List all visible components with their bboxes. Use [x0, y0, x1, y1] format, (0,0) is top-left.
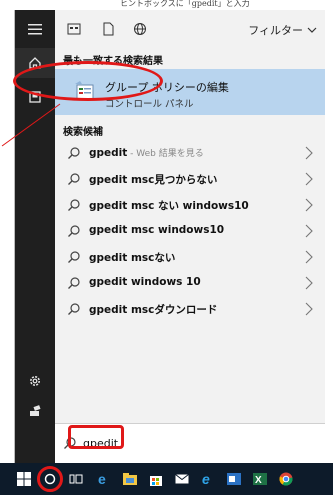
documents-icon — [103, 22, 114, 36]
settings-button[interactable] — [15, 366, 55, 396]
suggestion-term: gpedit msc windows10 — [89, 224, 225, 236]
search-icon — [68, 225, 80, 237]
chevron-right-icon — [305, 302, 313, 316]
best-match-highlight-ring — [13, 61, 163, 101]
search-highlight-box — [68, 425, 124, 449]
task-view-button[interactable] — [64, 463, 88, 495]
chevron-right-icon — [305, 172, 313, 186]
svg-text:X: X — [255, 475, 262, 485]
background-document-text: ヒントボックスに「gpedit」と入力 — [0, 0, 333, 10]
svg-text:e: e — [202, 472, 210, 486]
ie-icon: e — [202, 472, 210, 486]
outlook-icon — [227, 473, 241, 485]
ie-button[interactable]: e — [196, 463, 220, 495]
filter-bar: フィルター — [55, 10, 325, 50]
search-icon — [68, 147, 80, 159]
hamburger-icon — [28, 24, 42, 35]
apps-filter[interactable] — [65, 20, 83, 38]
apps-icon — [67, 23, 81, 35]
suggestion-item[interactable]: gpedit - Web 結果を見る — [55, 140, 325, 166]
web-icon — [134, 23, 146, 35]
search-icon — [68, 277, 80, 289]
outlook-button[interactable] — [222, 463, 246, 495]
suggestion-item[interactable]: gpedit windows 10 — [55, 270, 325, 296]
edge-button[interactable]: e — [92, 463, 116, 495]
search-icon — [68, 199, 80, 211]
search-icon — [68, 173, 80, 185]
chevron-right-icon — [305, 250, 313, 264]
store-button[interactable] — [144, 463, 168, 495]
chevron-right-icon — [305, 224, 313, 238]
chrome-icon — [279, 472, 293, 486]
filter-dropdown[interactable]: フィルター — [248, 22, 317, 38]
suggestion-item[interactable]: gpedit msc見つからない — [55, 166, 325, 192]
search-icon — [68, 251, 80, 263]
suggestion-term: gpedit mscない — [89, 252, 176, 264]
excel-icon: X — [253, 473, 267, 485]
user-button[interactable] — [15, 396, 55, 426]
chrome-button[interactable] — [274, 463, 298, 495]
suggestion-item[interactable]: gpedit mscない — [55, 244, 325, 270]
chevron-right-icon — [305, 146, 313, 160]
suggestion-item[interactable]: gpedit msc windows10 — [55, 218, 325, 244]
settings-icon — [30, 376, 40, 386]
search-icon — [68, 303, 80, 315]
web-filter[interactable] — [131, 20, 149, 38]
suggestion-term: gpedit mscダウンロード — [89, 304, 218, 316]
task-view-icon — [69, 474, 83, 484]
cortana-highlight-ring — [37, 466, 63, 492]
suggestion-suffix: - Web 結果を見る — [127, 149, 204, 159]
chevron-right-icon — [305, 276, 313, 290]
store-icon — [150, 476, 162, 486]
documents-filter[interactable] — [99, 20, 117, 38]
user-icon — [30, 405, 41, 416]
suggestion-term: gpedit — [89, 147, 128, 159]
explorer-icon — [123, 473, 137, 485]
start-button[interactable] — [12, 463, 36, 495]
svg-text:e: e — [98, 472, 106, 486]
suggestions-header: 検索候補 — [63, 127, 103, 138]
chevron-right-icon — [305, 198, 313, 212]
hamburger-button[interactable] — [15, 14, 55, 44]
suggestion-item[interactable]: gpedit msc ない windows10 — [55, 192, 325, 218]
explorer-button[interactable] — [118, 463, 142, 495]
windows-start-icon — [17, 472, 31, 486]
edge-icon: e — [98, 472, 106, 486]
mail-button[interactable] — [170, 463, 194, 495]
suggestion-item[interactable]: gpedit mscダウンロード — [55, 296, 325, 322]
suggestion-term: gpedit msc ない windows10 — [89, 200, 249, 212]
suggestion-term: gpedit msc見つからない — [89, 174, 218, 186]
mail-icon — [175, 474, 189, 484]
chevron-down-icon — [307, 27, 317, 33]
suggestion-term: gpedit windows 10 — [89, 276, 201, 288]
filter-label: フィルター — [248, 24, 303, 37]
excel-button[interactable]: X — [248, 463, 272, 495]
